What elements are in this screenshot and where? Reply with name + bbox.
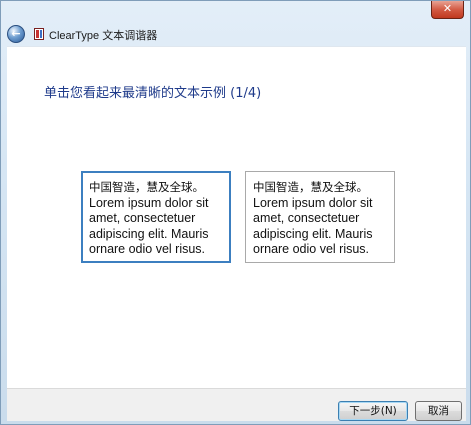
page-heading: 单击您看起来最清晰的文本示例 (1/4) (44, 86, 262, 101)
text-sample-1[interactable]: 中国智造，慧及全球。 Lorem ipsum dolor sit amet, c… (81, 171, 231, 263)
sample-latin-text: Lorem ipsum dolor sit amet, consectetuer… (253, 195, 373, 257)
sample-latin-text: Lorem ipsum dolor sit amet, consectetuer… (89, 195, 209, 257)
cleartype-tuner-window: ← ClearType 文本调谐器 ✕ 单击您看起来最清晰的文本示例 (1/4)… (0, 0, 471, 425)
title-bar: ← ClearType 文本调谐器 ✕ (1, 1, 470, 43)
close-button[interactable]: ✕ (431, 1, 464, 19)
cleartype-app-icon (34, 28, 44, 40)
back-button[interactable]: ← (7, 25, 25, 43)
wizard-footer: 下一步(N) 取消 (7, 388, 466, 421)
cancel-button[interactable]: 取消 (415, 401, 462, 421)
wizard-content: 单击您看起来最清晰的文本示例 (1/4) 中国智造，慧及全球。 Lorem ip… (7, 46, 466, 389)
text-sample-2[interactable]: 中国智造，慧及全球。 Lorem ipsum dolor sit amet, c… (245, 171, 395, 263)
sample-chinese-text: 中国智造，慧及全球。 (89, 180, 204, 194)
window-title: ClearType 文本调谐器 (49, 30, 158, 42)
close-icon: ✕ (442, 2, 453, 15)
sample-chinese-text: 中国智造，慧及全球。 (253, 180, 368, 194)
back-arrow-icon: ← (11, 27, 21, 40)
next-button[interactable]: 下一步(N) (338, 401, 408, 421)
